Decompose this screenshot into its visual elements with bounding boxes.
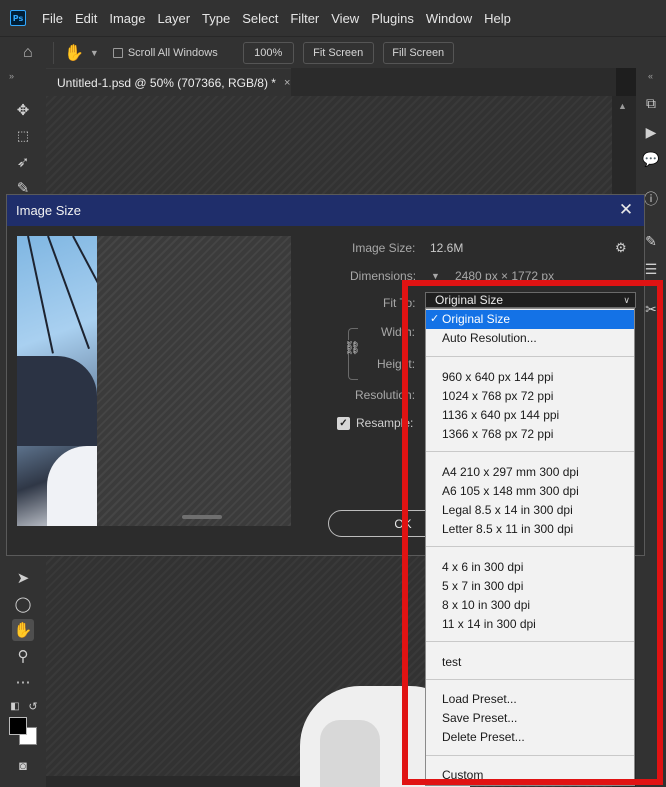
zoom-100-button[interactable]: 100% [242,41,294,64]
image-preview[interactable] [17,236,291,526]
marquee-tool-icon[interactable]: ⬚ [12,125,34,147]
swap-colors-icon[interactable]: ↺ [22,695,44,717]
zoom-tool-icon[interactable]: ⚲ [12,645,34,667]
foreground-color-swatch[interactable] [9,717,27,735]
highlight-annotation-box [402,280,663,785]
close-icon[interactable]: ✕ [617,200,635,219]
menu-image[interactable]: Image [103,11,151,26]
document-tab-title: Untitled-1.psd @ 50% (707366, RGB/8) * [57,75,276,90]
fit-screen-button[interactable]: Fit Screen [302,41,374,64]
ellipse-tool-icon[interactable]: ◯ [12,593,34,615]
comments-icon[interactable]: 💬 [642,150,660,168]
menu-help[interactable]: Help [478,11,517,26]
menu-plugins[interactable]: Plugins [365,11,420,26]
close-icon[interactable]: × [284,77,290,89]
scroll-all-windows-label: Scroll All Windows [127,46,218,59]
options-bar: ⌂ ✋ ▼ Scroll All Windows 100% Fit Screen… [0,36,666,68]
image-size-label: Image Size: [352,241,416,255]
more-tools-icon[interactable]: ⋯ [12,671,34,693]
collapse-arrows-icon[interactable]: « [648,71,653,81]
document-tab[interactable]: Untitled-1.psd @ 50% (707366, RGB/8) * × [46,68,291,96]
menu-layer[interactable]: Layer [152,11,197,26]
photoshop-logo-icon: Ps [10,10,26,26]
preview-mark [182,515,222,519]
document-tabs: Untitled-1.psd @ 50% (707366, RGB/8) * × [46,68,616,96]
play-actions-icon[interactable]: ▶ [642,123,660,141]
canvas-artwork-shape [320,720,380,787]
resample-checkbox[interactable]: ✓ [337,417,350,430]
gear-icon[interactable]: ⚙ [615,240,627,256]
move-tool-icon[interactable]: ✥ [12,99,34,121]
link-icon[interactable]: ⛓ [344,340,361,355]
dialog-title-bar[interactable]: Image Size ✕ [7,195,644,226]
home-icon[interactable]: ⌂ [23,44,41,61]
history-icon[interactable]: ⧉ [642,94,660,112]
menu-file[interactable]: File [36,11,69,26]
menu-type[interactable]: Type [196,11,236,26]
menu-edit[interactable]: Edit [69,11,103,26]
hand-tool-icon[interactable]: ✋ [64,43,84,63]
menu-bar: Ps File Edit Image Layer Type Select Fil… [0,0,666,36]
lasso-tool-icon[interactable]: ➶ [12,151,34,173]
quick-mask-icon[interactable]: ◙ [12,754,34,776]
dialog-title: Image Size [16,203,82,218]
chevron-down-icon[interactable]: ▼ [90,48,99,58]
scroll-all-windows-checkbox[interactable] [112,47,123,58]
menu-window[interactable]: Window [420,11,478,26]
scroll-up-icon[interactable]: ▲ [618,101,627,111]
menu-filter[interactable]: Filter [284,11,325,26]
menu-view[interactable]: View [325,11,365,26]
image-size-value: 12.6M [430,241,464,255]
fill-screen-button[interactable]: Fill Screen [382,41,454,64]
canvas-status-area [46,776,306,787]
hand-tool-icon[interactable]: ✋ [12,619,34,641]
options-divider [53,41,54,64]
preview-artwork [17,236,97,526]
path-select-tool-icon[interactable]: ➤ [12,567,34,589]
menu-select[interactable]: Select [236,11,284,26]
collapse-arrows-icon[interactable]: » [9,71,14,81]
